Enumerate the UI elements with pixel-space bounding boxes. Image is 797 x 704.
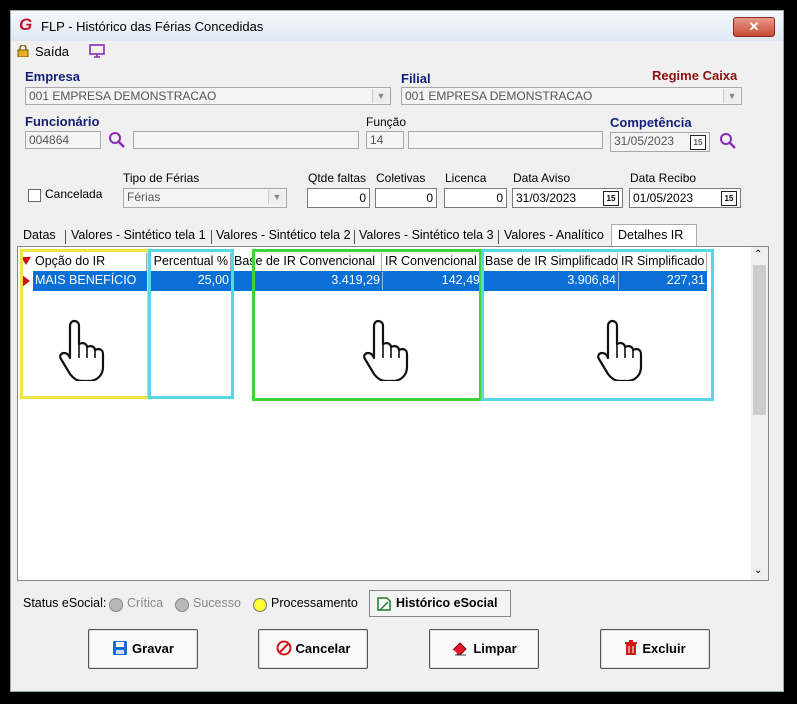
- tab-sintetico-3[interactable]: Valores - Sintético tela 3: [359, 228, 494, 246]
- funcionario-name-field[interactable]: [133, 131, 359, 149]
- calendar-icon[interactable]: 15: [690, 135, 706, 150]
- funcao-label: Função: [366, 115, 407, 129]
- scroll-down-icon[interactable]: ⌄: [754, 565, 762, 576]
- highlight-box-percentual: [148, 249, 234, 399]
- ir-details-grid: Opção do IR Percentual % Base de IR Conv…: [17, 246, 769, 581]
- empresa-label: Empresa: [25, 69, 80, 84]
- excluir-button[interactable]: Excluir: [600, 629, 710, 669]
- tab-sintetico-2[interactable]: Valores - Sintético tela 2: [216, 228, 351, 246]
- historico-esocial-button[interactable]: Histórico eSocial: [369, 590, 511, 617]
- cancelar-button[interactable]: Cancelar: [258, 629, 368, 669]
- cancelada-label: Cancelada: [45, 187, 103, 201]
- qtde-faltas-field[interactable]: 0: [307, 188, 370, 208]
- status-sucesso-label: Sucesso: [193, 596, 241, 610]
- search-icon[interactable]: [719, 132, 737, 150]
- empresa-value: 001 EMPRESA DEMONSTRACAO: [29, 89, 217, 103]
- status-processamento-label: Processamento: [271, 596, 358, 610]
- licenca-label: Licenca: [445, 171, 487, 185]
- tab-datas[interactable]: Datas: [23, 228, 56, 246]
- competencia-field[interactable]: 31/05/2023 15: [610, 132, 710, 152]
- app-logo-icon: G: [19, 15, 33, 34]
- filial-value: 001 EMPRESA DEMONSTRACAO: [405, 89, 593, 103]
- pointer-hand-icon: [363, 319, 409, 381]
- exit-button[interactable]: Saída: [35, 44, 69, 59]
- filial-label: Filial: [401, 71, 431, 86]
- data-aviso-field[interactable]: 31/03/2023 15: [512, 188, 623, 208]
- coletivas-label: Coletivas: [376, 171, 426, 185]
- tab-detalhes-ir[interactable]: Detalhes IR: [611, 224, 697, 246]
- cancelada-checkbox[interactable]: [28, 189, 41, 202]
- competencia-label: Competência: [610, 115, 692, 130]
- data-aviso-value: 31/03/2023: [516, 191, 577, 205]
- chevron-down-icon: ▼: [372, 89, 389, 103]
- filial-select[interactable]: 001 EMPRESA DEMONSTRACAO ▼: [401, 87, 742, 105]
- tab-separator: [498, 230, 499, 244]
- historico-esocial-label: Histórico eSocial: [396, 596, 498, 610]
- regime-caixa-label: Regime Caixa: [652, 68, 738, 83]
- chevron-down-icon: ▼: [268, 190, 285, 204]
- tab-separator: [211, 230, 212, 244]
- pointer-hand-icon: [597, 319, 643, 381]
- trash-icon: [625, 640, 638, 656]
- save-icon: [113, 641, 128, 656]
- monitor-icon[interactable]: [89, 44, 105, 58]
- tipo-ferias-value: Férias: [127, 190, 161, 204]
- tipo-ferias-select[interactable]: Férias ▼: [123, 188, 287, 208]
- limpar-button[interactable]: Limpar: [429, 629, 539, 669]
- status-label: Status eSocial:: [23, 596, 107, 610]
- funcao-code-field[interactable]: 14: [366, 131, 404, 149]
- scroll-up-icon[interactable]: ⌃: [754, 249, 762, 260]
- funcionario-code-field[interactable]: 004864: [25, 131, 101, 149]
- scrollbar-thumb[interactable]: [753, 265, 766, 415]
- coletivas-field[interactable]: 0: [375, 188, 437, 208]
- document-icon: [377, 597, 391, 611]
- data-aviso-label: Data Aviso: [513, 171, 571, 185]
- funcao-name-field[interactable]: [408, 131, 603, 149]
- competencia-value: 31/05/2023: [614, 134, 675, 148]
- calendar-icon[interactable]: 15: [721, 191, 737, 206]
- title-bar: G FLP - Histórico das Férias Concedidas …: [11, 11, 783, 41]
- tipo-ferias-label: Tipo de Férias: [123, 171, 200, 185]
- chevron-down-icon: ▼: [723, 89, 740, 103]
- window-title: FLP - Histórico das Férias Concedidas: [41, 19, 264, 34]
- cancelar-label: Cancelar: [295, 641, 351, 656]
- main-window: G FLP - Histórico das Férias Concedidas …: [10, 10, 784, 692]
- licenca-field[interactable]: 0: [444, 188, 507, 208]
- qtde-faltas-label: Qtde faltas: [308, 171, 367, 185]
- status-dot-sucesso: [175, 598, 189, 612]
- gravar-button[interactable]: Gravar: [88, 629, 198, 669]
- limpar-label: Limpar: [473, 641, 517, 656]
- data-recibo-label: Data Recibo: [630, 171, 697, 185]
- gravar-label: Gravar: [132, 641, 174, 656]
- data-recibo-value: 01/05/2023: [633, 191, 694, 205]
- funcionario-label: Funcionário: [25, 114, 100, 129]
- status-dot-processamento: [253, 598, 267, 612]
- tab-separator: [65, 230, 66, 244]
- data-recibo-field[interactable]: 01/05/2023 15: [629, 188, 741, 208]
- calendar-icon[interactable]: 15: [603, 191, 619, 206]
- empresa-select[interactable]: 001 EMPRESA DEMONSTRACAO ▼: [25, 87, 391, 105]
- vertical-scrollbar[interactable]: ⌃ ⌄: [751, 247, 768, 580]
- excluir-label: Excluir: [642, 641, 686, 656]
- pointer-hand-icon: [59, 319, 105, 381]
- close-button[interactable]: ✕: [733, 17, 775, 37]
- search-icon[interactable]: [108, 131, 126, 149]
- tab-analitico[interactable]: Valores - Analítico: [504, 228, 604, 246]
- eraser-icon: [452, 642, 468, 656]
- status-dot-critica: [109, 598, 123, 612]
- tab-sintetico-1[interactable]: Valores - Sintético tela 1: [71, 228, 206, 246]
- tab-separator: [354, 230, 355, 244]
- cancel-icon: [276, 640, 292, 656]
- status-critica-label: Crítica: [127, 596, 164, 610]
- lock-icon: [17, 45, 29, 57]
